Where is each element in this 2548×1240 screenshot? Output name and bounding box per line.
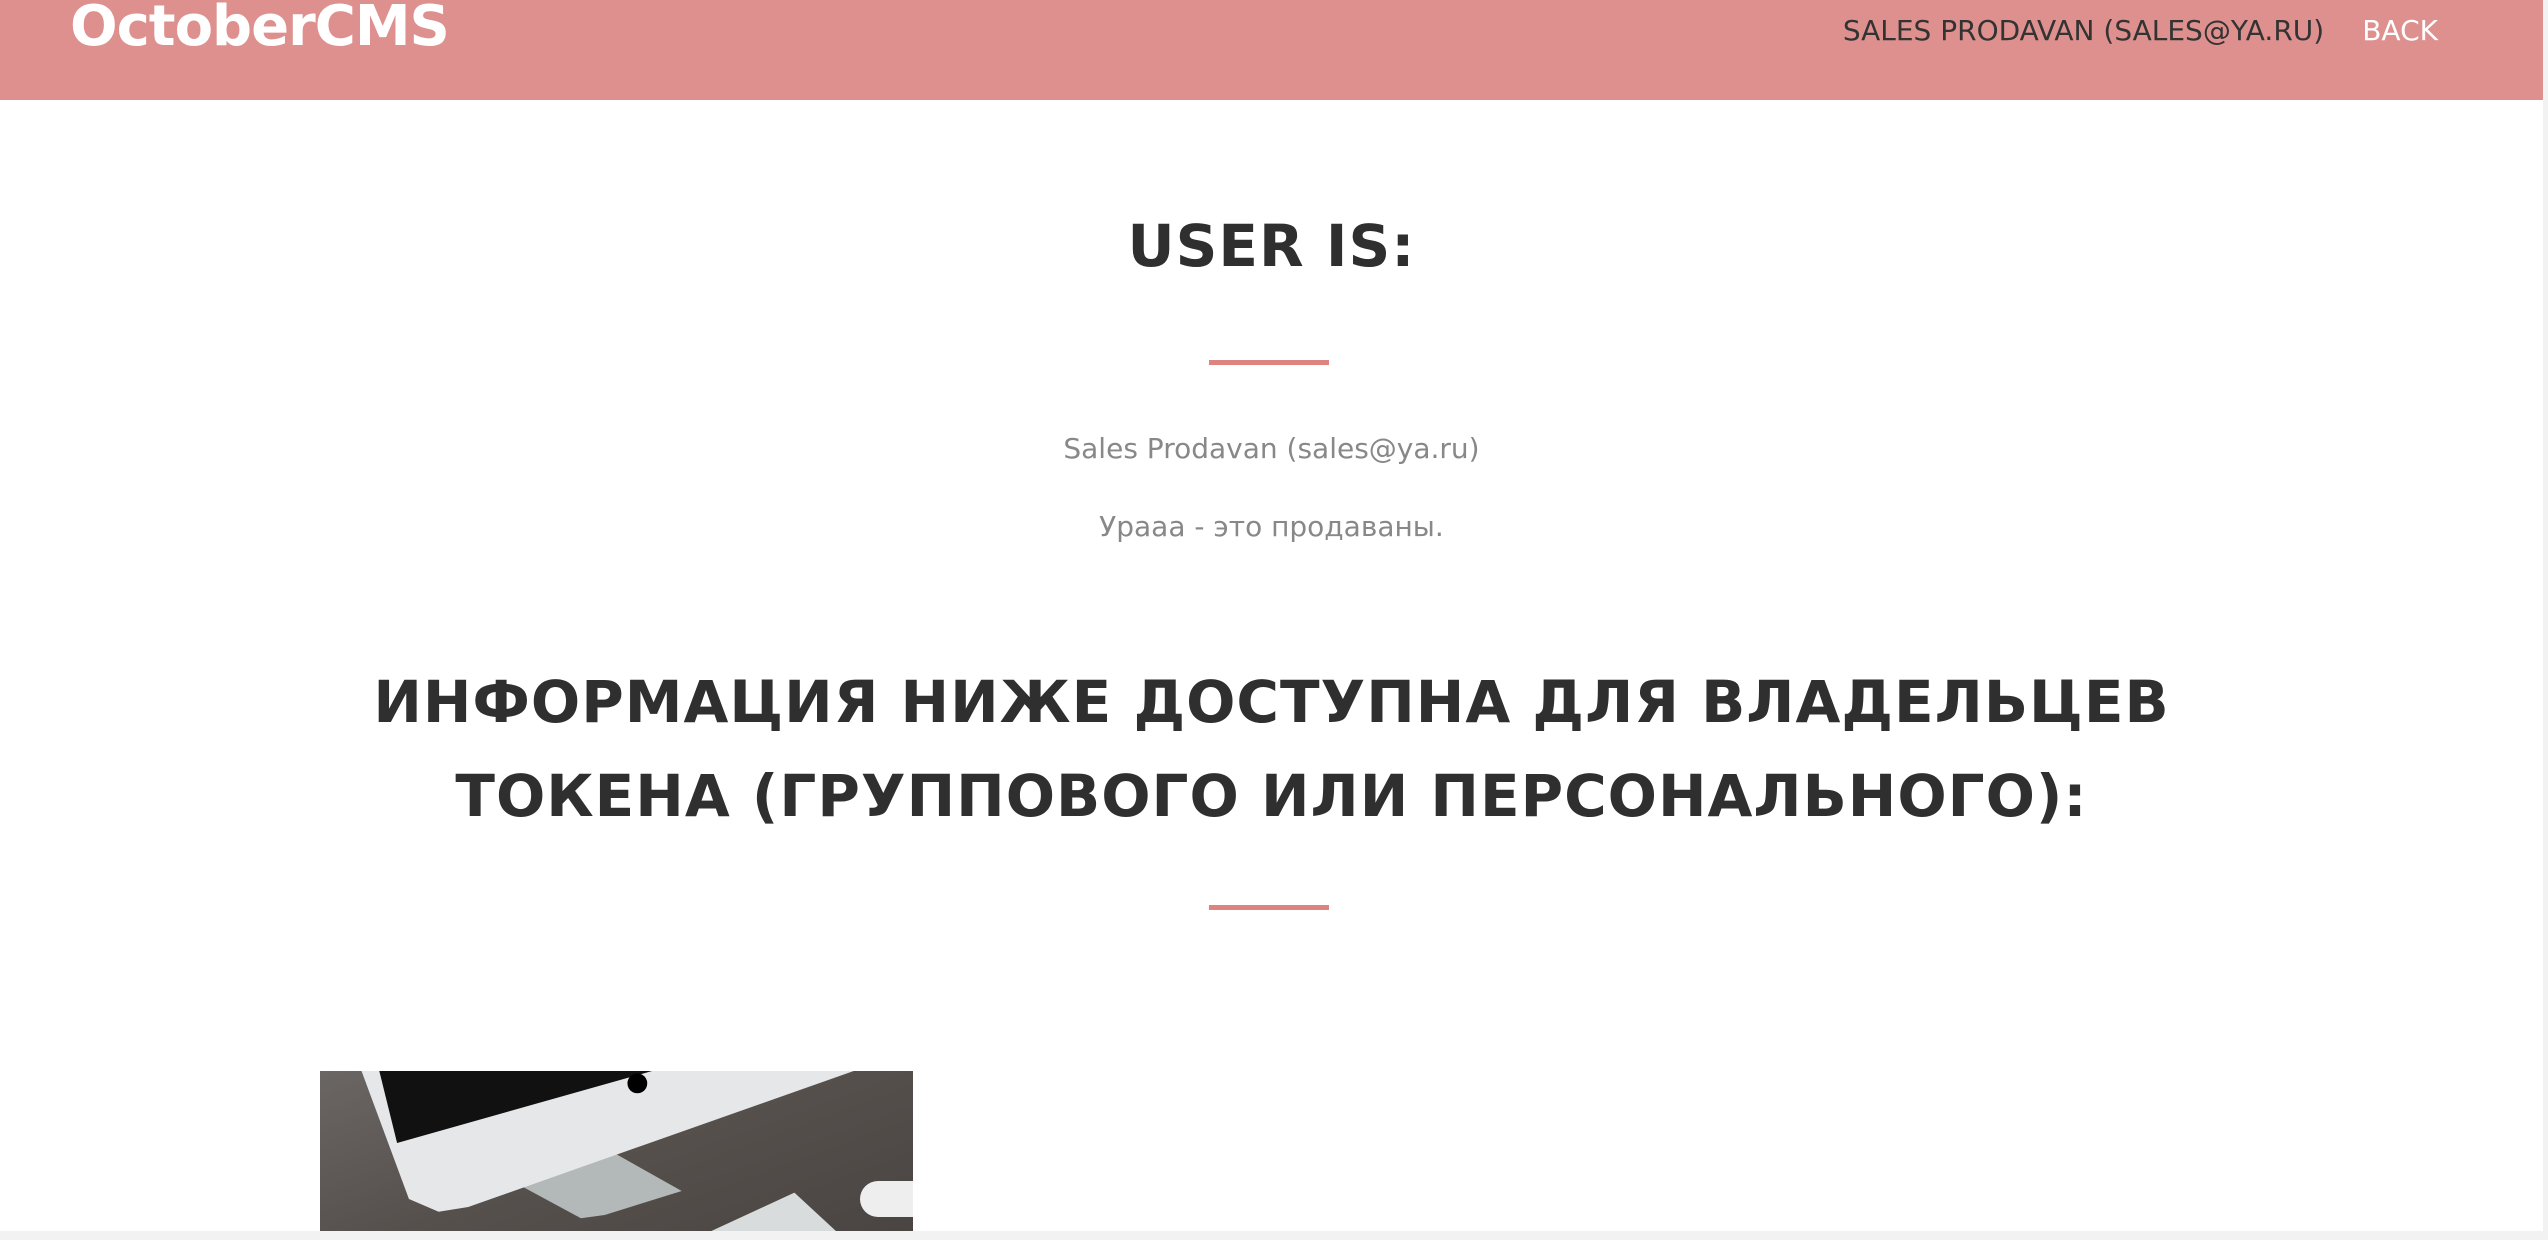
nav-user-link[interactable]: SALES PRODAVAN (SALES@YA.RU)	[1843, 14, 2324, 47]
token-heading: ИНФОРМАЦИЯ НИЖЕ ДОСТУПНА ДЛЯ ВЛАДЕЛЬЦЕВ Т…	[0, 655, 2543, 843]
nav-back-link[interactable]: BACK	[2362, 14, 2438, 47]
page: OctoberCMS SALES PRODAVAN (SALES@YA.RU) …	[0, 0, 2543, 1231]
user-title: USER IS:	[1127, 212, 1416, 280]
divider	[1209, 360, 1329, 365]
apple-logo-icon: ●	[626, 1071, 649, 1097]
user-message: Ураaa - это продаваны.	[1099, 510, 1444, 543]
navbar: OctoberCMS SALES PRODAVAN (SALES@YA.RU) …	[0, 0, 2543, 100]
mouse	[860, 1181, 913, 1217]
token-heading-line2: ТОКЕНА (ГРУППОВОГО ИЛИ ПЕРСОНАЛЬНОГО):	[455, 762, 2088, 830]
divider	[1209, 905, 1329, 910]
nav-links: SALES PRODAVAN (SALES@YA.RU) BACK	[1843, 14, 2438, 47]
computer-image: ●	[320, 1071, 913, 1231]
token-heading-line1: ИНФОРМАЦИЯ НИЖЕ ДОСТУПНА ДЛЯ ВЛАДЕЛЬЦЕВ	[373, 668, 2170, 736]
brand-logo[interactable]: OctoberCMS	[70, 0, 450, 59]
user-info: Sales Prodavan (sales@ya.ru)	[1063, 432, 1480, 465]
